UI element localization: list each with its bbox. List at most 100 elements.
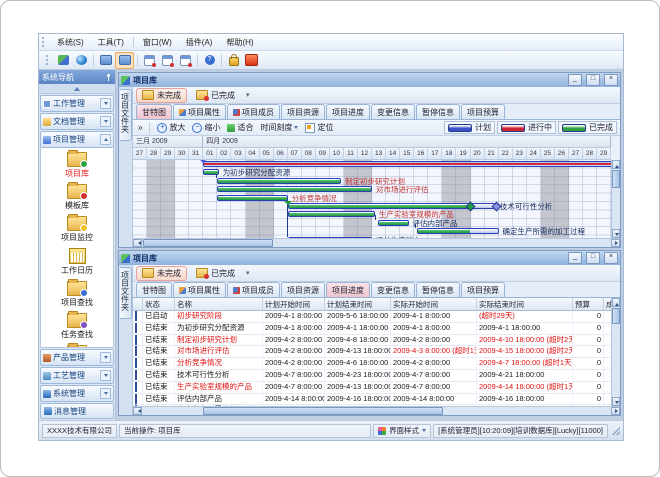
column-header-2[interactable]: 名称 [175, 298, 263, 311]
sidebar-item-project-monitor[interactable]: 项目监控 [61, 214, 93, 246]
sidebar-group-docs[interactable]: 文档管理 [40, 113, 114, 130]
gantt-tab-attrs[interactable]: 项目属性 [173, 104, 226, 119]
gantt-tab-changes[interactable]: 变更信息 [371, 104, 415, 119]
table-vertical-scrollbar[interactable] [611, 298, 620, 406]
scroll-left-arrow[interactable] [133, 407, 142, 415]
group-toggle-button[interactable] [100, 116, 111, 127]
sidebar-item-template-library[interactable]: 模板库 [65, 182, 89, 214]
gantt-filter-tab-unfinished[interactable]: 未完成 [136, 88, 187, 103]
gantt-tab-pause[interactable]: 暂停信息 [416, 104, 460, 119]
gantt-summary-bar[interactable] [203, 161, 611, 167]
sidebar-item-work-calendar[interactable]: 工作日历 [61, 246, 93, 279]
column-header-5[interactable]: 实际开始时间 [391, 298, 477, 311]
table-filter-tab-unfinished[interactable]: 未完成 [136, 266, 187, 281]
form-edit-button[interactable] [159, 53, 176, 68]
gantt-tab-resources[interactable]: 项目资源 [281, 104, 325, 119]
table-tab-members[interactable]: 项目成员 [227, 282, 280, 297]
sidebar-collapse-button[interactable] [39, 84, 115, 94]
gantt-zoom-in-button[interactable]: +放大 [155, 122, 187, 133]
column-header-7[interactable]: 预算 [573, 298, 604, 311]
table-row[interactable]: 已结束制定初步研究计划2009-4-2 8:00:002009-4-8 18:0… [133, 335, 611, 347]
scroll-right-arrow[interactable] [611, 239, 620, 247]
group-toggle-button[interactable] [100, 98, 111, 109]
table-row[interactable]: 已结束评估内部产品2009-4-14 8:00:002009-4-16 18:0… [133, 394, 611, 406]
gantt-locate-button[interactable]: 定位 [303, 122, 335, 133]
table-row[interactable]: 已结束技术可行性分析2009-4-7 8:00:002009-4-23 18:0… [133, 370, 611, 382]
column-header-8[interactable]: 成 [604, 298, 611, 311]
gantt-vertical-scrollbar[interactable] [611, 160, 620, 238]
table-row[interactable]: 已结束生产实验室规模的产品2009-4-7 8:00:002009-4-13 1… [133, 382, 611, 394]
column-header-icon[interactable] [133, 298, 143, 311]
group-toggle-button[interactable] [100, 388, 111, 399]
sidebar-item-project-library[interactable]: 项目库 [65, 150, 89, 182]
table-tab-resources[interactable]: 项目资源 [281, 282, 325, 297]
gantt-task-bar[interactable] [288, 211, 375, 217]
table-tab-pause[interactable]: 暂停信息 [416, 282, 460, 297]
menu-window[interactable]: 窗口(W) [136, 36, 179, 49]
gantt-task-bar[interactable] [217, 178, 341, 184]
exit-button[interactable] [243, 53, 260, 68]
sidebar-group-product[interactable]: 产品管理 [40, 349, 114, 366]
table-panel-titlebar[interactable]: 项目库 _ □ × [119, 251, 620, 265]
resize-grip[interactable] [612, 427, 620, 435]
table-tab-gantt[interactable]: 甘特图 [136, 282, 172, 297]
column-header-4[interactable]: 计划结束时间 [325, 298, 391, 311]
scroll-thumb[interactable] [612, 308, 620, 324]
gantt-panel-titlebar[interactable]: 项目库 _ □ × [119, 73, 620, 87]
gantt-task-bar[interactable] [217, 195, 287, 201]
gantt-task-bar[interactable] [217, 186, 372, 192]
scroll-down-arrow[interactable] [612, 397, 620, 406]
filter-tabs-overflow-button[interactable]: ▾ [246, 269, 250, 277]
sidebar-group-system[interactable]: 系统管理 [40, 385, 114, 402]
sidebar-item-messages[interactable]: 消息管理 [40, 403, 114, 419]
lock-button[interactable] [225, 53, 242, 68]
pin-icon[interactable] [105, 74, 112, 81]
gantt-tab-members[interactable]: 项目成员 [227, 104, 280, 119]
ui-style-selector[interactable]: 界面样式 [373, 424, 431, 438]
column-header-6[interactable]: 实际结束时间 [477, 298, 573, 311]
scroll-thumb[interactable] [203, 407, 443, 415]
table-row[interactable]: 已结束为初步研究分配资源2009-4-1 8:00:002009-4-1 18:… [133, 323, 611, 335]
gantt-zoom-out-button[interactable]: −缩小 [190, 122, 222, 133]
menu-help[interactable]: 帮助(H) [219, 36, 260, 49]
connect-button[interactable] [55, 53, 72, 68]
sidebar-group-work[interactable]: 工作管理 [40, 95, 114, 112]
close-button[interactable]: × [604, 252, 618, 264]
menu-plugins[interactable]: 插件(A) [179, 36, 220, 49]
table-tab-attrs[interactable]: 项目属性 [173, 282, 226, 297]
group-toggle-button[interactable] [100, 370, 111, 381]
scroll-down-arrow[interactable] [612, 229, 620, 238]
scroll-up-arrow[interactable] [612, 160, 620, 169]
gantt-fit-button[interactable]: 适合 [225, 122, 255, 133]
minimize-button[interactable]: _ [568, 252, 582, 264]
table-row[interactable]: 已启动初步研究阶段2009-4-1 8:00:002009-5-6 18:00:… [133, 311, 611, 323]
help-button[interactable]: ? [201, 53, 218, 68]
group-toggle-button[interactable] [100, 352, 111, 363]
gantt-time-scale-button[interactable]: 时间刻度 [258, 122, 300, 133]
column-header-1[interactable]: 状态 [143, 298, 175, 311]
scroll-right-arrow[interactable] [611, 407, 620, 415]
table-tab-changes[interactable]: 变更信息 [371, 282, 415, 297]
gantt-task-bar[interactable] [417, 228, 499, 234]
group-toggle-button[interactable] [100, 134, 111, 145]
folder-button[interactable] [97, 53, 114, 68]
scroll-thumb[interactable] [612, 170, 620, 188]
scroll-up-arrow[interactable] [612, 298, 620, 307]
menu-system[interactable]: 系统(S) [50, 36, 91, 49]
gantt-horizontal-scrollbar[interactable] [133, 238, 620, 247]
form-check-button[interactable] [177, 53, 194, 68]
sidebar-item-project-doc-search[interactable]: 项目文档查找 [53, 343, 101, 348]
form-new-button[interactable] [141, 53, 158, 68]
minimize-button[interactable]: _ [568, 74, 582, 86]
scroll-thumb[interactable] [143, 239, 273, 247]
gantt-task-bar[interactable] [203, 169, 218, 175]
toolbar-overflow-button[interactable]: » [136, 123, 144, 132]
gantt-filter-tab-finished[interactable]: 已完成 [190, 88, 241, 103]
close-button[interactable]: × [604, 74, 618, 86]
maximize-button[interactable]: □ [586, 74, 600, 86]
table-filter-tab-finished[interactable]: 已完成 [190, 266, 241, 281]
sidebar-item-task-search[interactable]: 任务查找 [61, 311, 93, 343]
scroll-left-arrow[interactable] [133, 239, 142, 247]
gantt-tab-budget[interactable]: 项目预算 [461, 104, 505, 119]
table-row[interactable]: 已结束对市场进行评估2009-4-2 8:00:002009-4-13 18:0… [133, 346, 611, 358]
